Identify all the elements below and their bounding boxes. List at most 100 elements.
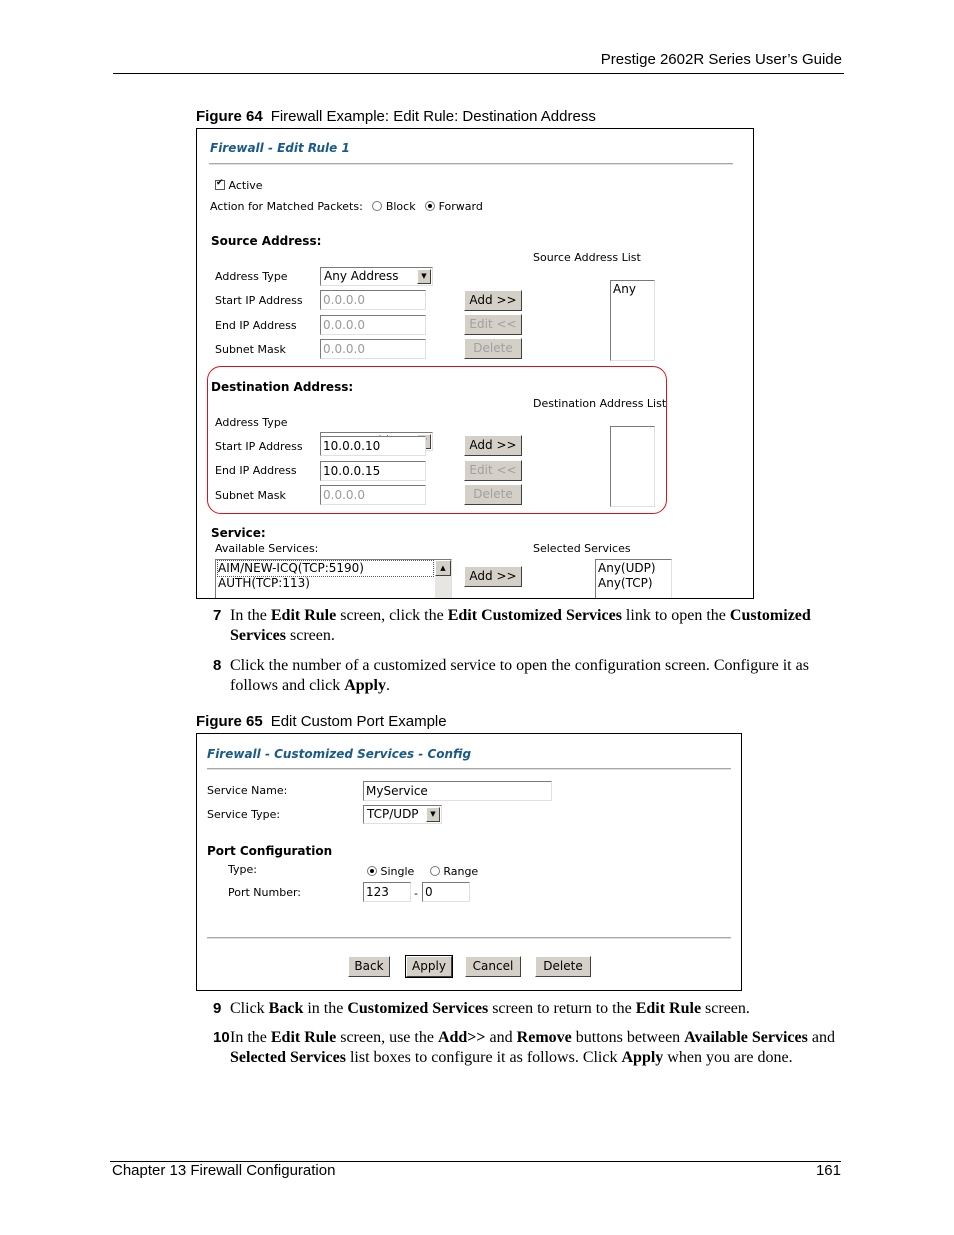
selected-service-item[interactable]: Any(TCP)	[598, 576, 669, 591]
bold-term: Remove	[516, 1029, 572, 1046]
bold-term: Back	[268, 1000, 304, 1017]
source-start-ip-label: Start IP Address	[215, 294, 303, 307]
cancel-button[interactable]: Cancel	[465, 956, 521, 977]
scroll-up-icon[interactable]: ▲	[435, 560, 451, 576]
figure-64-caption: Figure 64 Firewall Example: Edit Rule: De…	[196, 108, 596, 125]
source-list-item[interactable]: Any	[613, 282, 652, 297]
text-run: link to open the	[621, 607, 730, 624]
selected-services-list[interactable]: Any(UDP) Any(TCP)	[595, 559, 672, 598]
customized-services-screenshot: Firewall - Customized Services - Config …	[196, 733, 742, 991]
figure-64-title: Firewall Example: Edit Rule: Destination…	[270, 108, 596, 125]
page-number: 161	[815, 1162, 841, 1179]
service-type-select[interactable]: TCP/UDP ▼	[363, 805, 442, 824]
port-to-input[interactable]: 0	[422, 882, 470, 902]
source-add-button[interactable]: Add >>	[464, 290, 522, 311]
text-run: in the	[303, 1000, 348, 1017]
bold-term: Selected Services	[230, 1049, 346, 1066]
source-delete-button[interactable]: Delete	[464, 338, 522, 359]
bold-term: Add>>	[437, 1029, 486, 1046]
text-run: Click the number of a customized service…	[230, 657, 809, 694]
active-row: Active	[215, 178, 263, 192]
action-label: Action for Matched Packets:	[210, 200, 363, 213]
port-configuration-title: Port Configuration	[207, 844, 333, 858]
source-list-title: Source Address List	[533, 251, 641, 264]
chapter-title: Chapter 13 Firewall Configuration	[112, 1162, 336, 1179]
source-end-ip-label: End IP Address	[215, 319, 297, 332]
available-services-list[interactable]: AIM/NEW-ICQ(TCP:5190) AUTH(TCP:113) ▲	[215, 559, 452, 598]
destination-end-ip-input[interactable]: 10.0.0.15	[320, 461, 426, 481]
bold-term: Customized Services	[347, 1000, 489, 1017]
destination-start-ip-label: Start IP Address	[215, 440, 303, 453]
delete-button[interactable]: Delete	[535, 956, 591, 977]
available-service-item[interactable]: AUTH(TCP:113)	[218, 576, 433, 591]
range-radio[interactable]	[429, 866, 440, 876]
source-address-list[interactable]: Any	[610, 280, 655, 361]
forward-radio[interactable]	[425, 201, 436, 211]
bold-term: Edit Rule	[270, 1029, 337, 1046]
destination-add-button[interactable]: Add >>	[464, 435, 522, 456]
text-run: Click	[230, 1000, 269, 1017]
selected-service-item[interactable]: Any(UDP)	[598, 561, 669, 576]
single-radio[interactable]	[367, 866, 377, 876]
text-run: In the	[230, 1029, 271, 1046]
step-text: In the Edit Rule screen, use the Add>> a…	[230, 1029, 835, 1066]
step-number: 10	[213, 1029, 230, 1046]
type-label: Type:	[228, 863, 257, 876]
available-services-label: Available Services:	[215, 542, 319, 555]
service-title: Service:	[211, 526, 266, 540]
block-radio[interactable]	[372, 201, 383, 211]
step-7: 7 In the Edit Rule screen, click the Edi…	[213, 606, 840, 646]
source-address-title: Source Address:	[211, 234, 322, 248]
single-label: Single	[380, 865, 415, 878]
destination-edit-button[interactable]: Edit <<	[464, 460, 522, 481]
figure-65-label: Figure 65	[196, 713, 263, 730]
text-run: screen.	[701, 1000, 750, 1017]
action-row: Action for Matched Packets: Block Forwar…	[210, 200, 483, 213]
destination-start-ip-input[interactable]: 10.0.0.10	[320, 436, 426, 456]
active-checkbox[interactable]	[215, 178, 225, 190]
text-run: buttons between	[571, 1029, 685, 1046]
service-add-button[interactable]: Add >>	[464, 566, 522, 587]
destination-end-ip-label: End IP Address	[215, 464, 297, 477]
figure-65-title: Edit Custom Port Example	[270, 713, 447, 730]
step-text: Click the number of a customized service…	[230, 657, 809, 694]
available-service-item[interactable]: AIM/NEW-ICQ(TCP:5190)	[217, 560, 434, 577]
step-9: 9 Click Back in the Customized Services …	[213, 999, 840, 1019]
back-button[interactable]: Back	[348, 956, 390, 977]
destination-list-title: Destination Address List	[533, 397, 667, 410]
destination-subnet-input[interactable]: 0.0.0.0	[320, 485, 426, 505]
source-edit-button[interactable]: Edit <<	[464, 314, 522, 335]
source-address-type-select[interactable]: Any Address ▼	[320, 267, 433, 286]
chevron-down-icon: ▼	[426, 807, 440, 822]
text-run: In the	[230, 607, 271, 624]
range-label: Range	[443, 865, 479, 878]
text-run: screen, click the	[336, 607, 448, 624]
step-text: In the Edit Rule screen, click the Edit …	[230, 607, 811, 644]
service-name-label: Service Name:	[207, 784, 288, 797]
title-divider	[207, 768, 731, 770]
port-from-input[interactable]: 123	[363, 882, 411, 902]
bold-term: Apply	[344, 677, 386, 694]
available-services-scrollbar[interactable]: ▲	[435, 560, 451, 598]
header-divider	[113, 73, 844, 74]
destination-delete-button[interactable]: Delete	[464, 484, 522, 505]
text-run: list boxes to configure it as follows. C…	[345, 1049, 622, 1066]
step-text: Click Back in the Customized Services sc…	[230, 1000, 750, 1017]
bold-term: Available Services	[684, 1029, 808, 1046]
source-address-type-value: Any Address	[324, 269, 399, 283]
apply-button[interactable]: Apply	[405, 955, 453, 978]
destination-subnet-label: Subnet Mask	[215, 489, 286, 502]
service-type-label: Service Type:	[207, 808, 281, 821]
service-name-input[interactable]: MyService	[363, 781, 552, 801]
screen-title: Firewall - Edit Rule 1	[210, 141, 350, 155]
footer-divider	[207, 937, 731, 939]
text-run: .	[386, 677, 390, 694]
text-run: and	[807, 1029, 835, 1046]
edit-rule-screenshot: Firewall - Edit Rule 1 Active Action for…	[196, 128, 754, 599]
source-start-ip-input[interactable]: 0.0.0.0	[320, 290, 426, 310]
source-subnet-input[interactable]: 0.0.0.0	[320, 339, 426, 359]
figure-64-label: Figure 64	[196, 108, 263, 125]
text-run: screen.	[285, 627, 335, 644]
destination-address-list[interactable]	[610, 426, 655, 507]
source-end-ip-input[interactable]: 0.0.0.0	[320, 315, 426, 335]
